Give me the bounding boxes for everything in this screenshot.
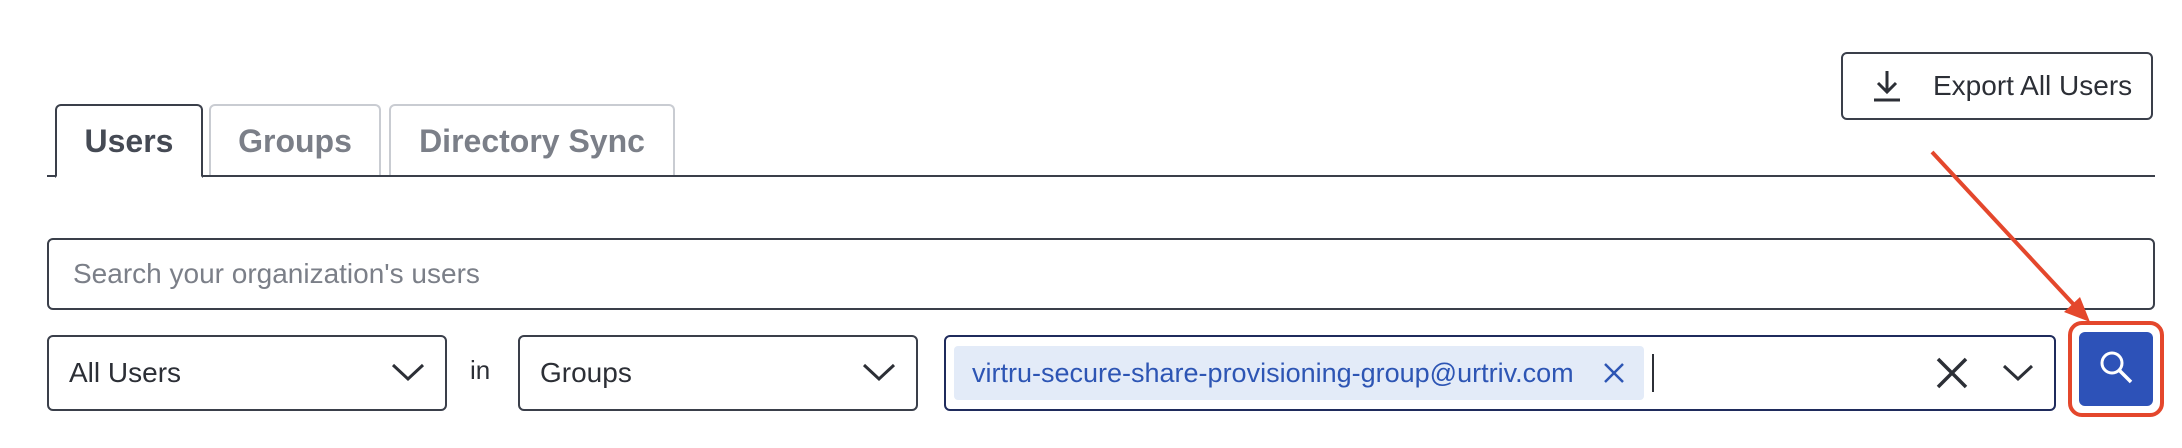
search-button[interactable] <box>2079 332 2153 406</box>
tab-directory-sync-label: Directory Sync <box>419 122 645 159</box>
export-all-users-label: Export All Users <box>1933 70 2133 101</box>
search-users-input[interactable] <box>47 238 2155 310</box>
filter-field-select[interactable]: Groups <box>518 335 918 411</box>
tab-users[interactable]: Users <box>55 104 203 178</box>
chevron-down-icon <box>391 357 425 389</box>
user-scope-select[interactable]: All Users <box>47 335 447 411</box>
user-scope-value: All Users <box>69 357 182 388</box>
tab-groups-label: Groups <box>238 122 352 159</box>
chevron-down-icon[interactable] <box>2000 355 2036 391</box>
tabs-divider <box>47 175 2155 177</box>
search-icon <box>2098 349 2134 390</box>
tab-directory-sync[interactable]: Directory Sync <box>389 104 675 176</box>
group-tag-input[interactable]: virtru-secure-share-provisioning-group@u… <box>944 335 2056 411</box>
user-management-page: Export All Users Users Groups Directory … <box>0 0 2182 448</box>
in-label: in <box>470 355 491 385</box>
download-icon <box>1869 68 1905 104</box>
tab-bar: Users Groups Directory Sync <box>47 104 2155 178</box>
filter-field-value: Groups <box>540 357 632 388</box>
chevron-down-icon <box>862 357 896 389</box>
selected-group-tag-label: virtru-secure-share-provisioning-group@u… <box>972 357 1574 388</box>
text-cursor <box>1651 354 1654 392</box>
tag-input-controls <box>1934 337 2036 409</box>
tab-users-label: Users <box>84 122 174 159</box>
selected-group-tag: virtru-secure-share-provisioning-group@u… <box>954 346 1644 400</box>
remove-tag-icon[interactable] <box>1602 361 1626 385</box>
clear-icon[interactable] <box>1934 355 1970 391</box>
tab-groups[interactable]: Groups <box>209 104 381 176</box>
